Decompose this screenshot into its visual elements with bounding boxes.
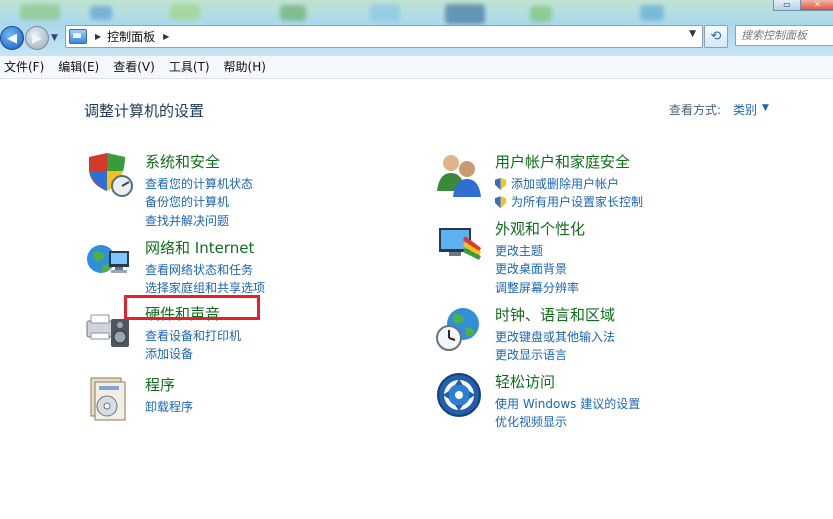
- link-label: 为所有用户设置家长控制: [511, 195, 644, 210]
- uac-shield-icon: [495, 178, 506, 190]
- link-desktop-background[interactable]: 更改桌面背景: [495, 260, 579, 278]
- recent-pages-dropdown[interactable]: ▼: [51, 33, 58, 43]
- link-recommended-settings[interactable]: 使用 Windows 建议的设置: [495, 395, 640, 413]
- appearance-icon[interactable]: [435, 218, 483, 266]
- category-title[interactable]: 轻松访问: [495, 371, 555, 392]
- link-troubleshoot[interactable]: 查找并解决问题: [145, 212, 253, 230]
- category-title[interactable]: 用户帐户和家庭安全: [495, 151, 630, 172]
- menu-view[interactable]: 查看(V): [106, 56, 162, 78]
- category-title[interactable]: 系统和安全: [145, 151, 220, 172]
- refresh-icon: ⟲: [710, 29, 722, 44]
- link-change-theme[interactable]: 更改主题: [495, 242, 579, 260]
- view-by-dropdown[interactable]: 类别: [733, 101, 757, 118]
- programs-icon[interactable]: [85, 374, 133, 422]
- link-optimize-display[interactable]: 优化视频显示: [495, 413, 640, 431]
- refresh-button[interactable]: ⟲: [704, 25, 728, 48]
- link-devices-printers[interactable]: 查看设备和打印机: [145, 327, 241, 345]
- category-title[interactable]: 程序: [145, 374, 175, 395]
- category-title[interactable]: 网络和 Internet: [145, 237, 254, 258]
- link-view-computer-status[interactable]: 查看您的计算机状态: [145, 175, 253, 193]
- category-title[interactable]: 外观和个性化: [495, 218, 585, 239]
- breadcrumb-chevron-icon[interactable]: ▶: [95, 32, 101, 41]
- title-bar: ▭ ✕ ◀ ▶ ▼ ▶ 控制面板 ▶ ▼ ⟲: [0, 0, 833, 56]
- menu-tools[interactable]: 工具(T): [162, 56, 217, 78]
- ease-of-access-icon[interactable]: [435, 371, 483, 419]
- user-accounts-icon[interactable]: [435, 151, 483, 199]
- menu-edit[interactable]: 编辑(E): [51, 56, 106, 78]
- breadcrumb-control-panel[interactable]: 控制面板: [107, 28, 155, 45]
- uac-shield-icon: [495, 196, 506, 209]
- link-screen-resolution[interactable]: 调整屏幕分辨率: [495, 279, 579, 297]
- link-uninstall-program[interactable]: 卸载程序: [145, 398, 193, 416]
- menu-bar: 文件(F) 编辑(E) 查看(V) 工具(T) 帮助(H): [0, 56, 833, 79]
- breadcrumb-chevron-icon[interactable]: ▶: [163, 32, 169, 41]
- page-title: 调整计算机的设置: [84, 102, 205, 120]
- address-bar[interactable]: ▶ 控制面板 ▶ ▼: [65, 25, 703, 48]
- control-panel-icon: [69, 29, 87, 44]
- link-add-device[interactable]: 添加设备: [145, 345, 241, 363]
- link-parental-controls[interactable]: 为所有用户设置家长控制: [495, 193, 643, 211]
- category-title[interactable]: 时钟、语言和区域: [495, 304, 615, 325]
- back-button[interactable]: ◀: [0, 26, 24, 50]
- menu-help[interactable]: 帮助(H): [217, 56, 273, 78]
- network-internet-icon[interactable]: [85, 237, 133, 285]
- arrow-right-icon: ▶: [32, 30, 42, 46]
- menu-file[interactable]: 文件(F): [0, 56, 51, 78]
- search-input[interactable]: [741, 27, 833, 44]
- link-label: 添加或删除用户帐户: [511, 177, 620, 191]
- chevron-down-icon[interactable]: ▼: [762, 103, 769, 113]
- restore-window-button[interactable]: ▭: [773, 0, 801, 11]
- clock-language-region-icon[interactable]: [435, 304, 483, 352]
- close-window-button[interactable]: ✕: [800, 0, 833, 11]
- link-network-status[interactable]: 查看网络状态和任务: [145, 261, 265, 279]
- link-add-remove-accounts[interactable]: 添加或删除用户帐户: [495, 175, 643, 193]
- link-keyboard-input[interactable]: 更改键盘或其他输入法: [495, 328, 615, 346]
- link-display-language[interactable]: 更改显示语言: [495, 346, 615, 364]
- hardware-sound-icon[interactable]: [85, 303, 133, 351]
- forward-button[interactable]: ▶: [25, 26, 49, 50]
- view-by-label: 查看方式:: [669, 103, 722, 117]
- arrow-left-icon: ◀: [7, 30, 17, 46]
- link-backup-computer[interactable]: 备份您的计算机: [145, 193, 253, 211]
- search-box[interactable]: [735, 25, 833, 46]
- system-security-icon[interactable]: [85, 151, 133, 199]
- address-history-dropdown[interactable]: ▼: [689, 29, 696, 39]
- link-homegroup-sharing[interactable]: 选择家庭组和共享选项: [145, 279, 265, 297]
- category-title[interactable]: 硬件和声音: [145, 303, 220, 324]
